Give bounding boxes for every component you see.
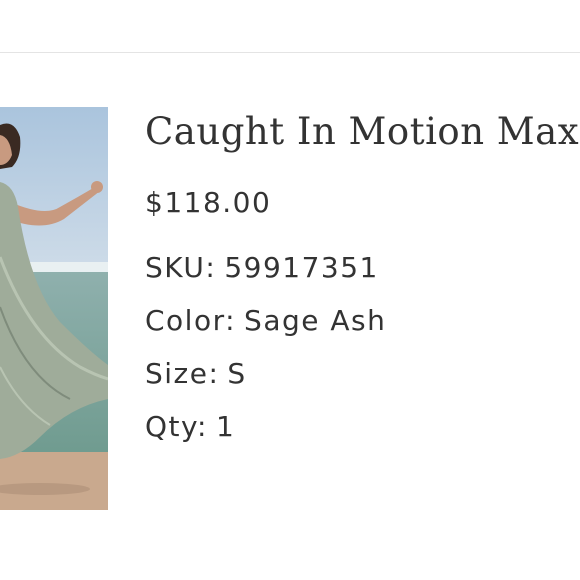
size-value: S <box>227 357 247 390</box>
qty-row: Qty: 1 <box>145 410 235 443</box>
size-label: Size: <box>145 357 220 390</box>
sku-label: SKU: <box>145 251 217 284</box>
color-value: Sage Ash <box>244 304 387 337</box>
product-price: $118.00 <box>145 186 272 219</box>
color-row: Color: Sage Ash <box>145 304 386 337</box>
qty-label: Qty: <box>145 410 208 443</box>
sku-row: SKU: 59917351 <box>145 251 379 284</box>
sku-value: 59917351 <box>224 251 379 284</box>
header-divider <box>0 52 580 53</box>
product-title[interactable]: Caught In Motion Max <box>145 110 579 153</box>
size-row: Size: S <box>145 357 247 390</box>
qty-value: 1 <box>215 410 236 443</box>
color-label: Color: <box>145 304 237 337</box>
product-image[interactable] <box>0 107 108 510</box>
product-photo <box>0 107 108 510</box>
